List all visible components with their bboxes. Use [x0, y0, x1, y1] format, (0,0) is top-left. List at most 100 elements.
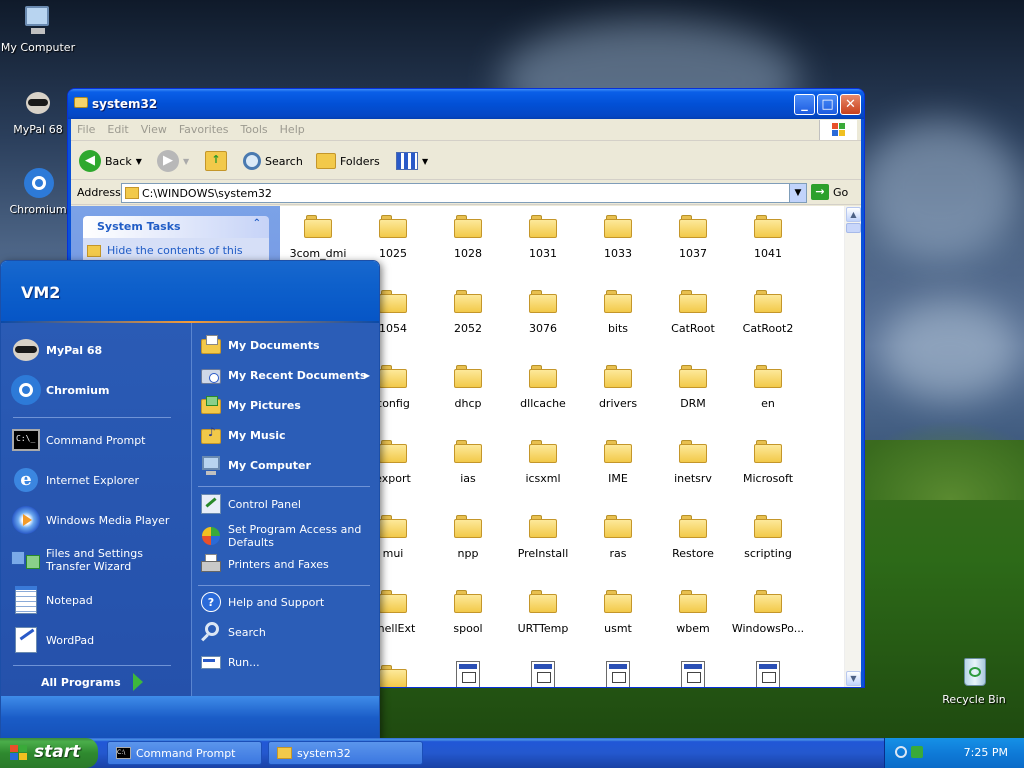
search-button[interactable]: Search [243, 148, 303, 174]
desktop-icon-chromium[interactable]: Chromium [0, 166, 76, 216]
start-search[interactable]: Search [200, 621, 266, 643]
folder-icon [529, 365, 557, 388]
recent-notepad[interactable]: Notepad [11, 585, 93, 615]
places-my-pictures[interactable]: My Pictures [200, 394, 301, 416]
menu-view[interactable]: View [135, 119, 173, 140]
desktop-icon-mypal[interactable]: MyPal 68 [0, 86, 76, 136]
start-run[interactable]: Run... [200, 651, 260, 673]
recent-wordpad[interactable]: WordPad [11, 625, 94, 655]
vertical-scrollbar[interactable]: ▲ ▼ [844, 206, 861, 687]
menu-favorites[interactable]: Favorites [173, 119, 235, 140]
folder-item[interactable]: 1041 [731, 211, 805, 286]
system-tasks-header[interactable]: System Tasks ⌃ [83, 216, 269, 238]
folder-item[interactable]: CatRoot [656, 286, 730, 361]
folder-item[interactable]: Microsoft [731, 436, 805, 511]
folder-icon [754, 215, 782, 238]
menu-file[interactable]: File [71, 119, 101, 140]
file-item[interactable] [656, 661, 730, 687]
scroll-thumb[interactable] [846, 223, 861, 233]
forward-button[interactable]: ▶ ▼ [157, 148, 189, 174]
settings-program-access[interactable]: Set Program Access and Defaults [200, 523, 376, 549]
address-dropdown-button[interactable]: ▼ [789, 184, 806, 202]
clock[interactable]: 7:25 PM [964, 746, 1008, 759]
taskbar-item-system32[interactable]: system32 [268, 741, 423, 765]
folder-item[interactable]: 1028 [431, 211, 505, 286]
folder-item[interactable]: DRM [656, 361, 730, 436]
menu-tools[interactable]: Tools [235, 119, 274, 140]
folder-item[interactable]: 1033 [581, 211, 655, 286]
folder-item[interactable]: npp [431, 511, 505, 586]
file-item[interactable] [506, 661, 580, 687]
collapse-icon[interactable]: ⌃ [253, 218, 261, 229]
recent-internet-explorer[interactable]: e Internet Explorer [11, 465, 139, 495]
recent-files-settings-transfer[interactable]: Files and Settings Transfer Wizard [11, 545, 181, 575]
folder-icon [454, 515, 482, 538]
folder-item[interactable]: 1031 [506, 211, 580, 286]
explorer-titlebar[interactable]: system32 _ □ ✕ [68, 89, 864, 119]
desktop-icon-recycle-bin[interactable]: Recycle Bin [936, 656, 1012, 706]
taskbar-item-command-prompt[interactable]: C:\ Command Prompt [107, 741, 262, 765]
folder-item[interactable]: spool [431, 586, 505, 661]
views-button[interactable]: ▼ [396, 148, 428, 174]
folder-label: spool [453, 622, 483, 635]
help-and-support[interactable]: ? Help and Support [200, 591, 324, 613]
close-button[interactable]: ✕ [840, 94, 861, 115]
folder-item[interactable]: dhcp [431, 361, 505, 436]
scroll-down-button[interactable]: ▼ [846, 671, 861, 686]
places-my-music[interactable]: ♪ My Music [200, 424, 286, 446]
folder-item[interactable]: PreInstall [506, 511, 580, 586]
views-icon [396, 152, 418, 170]
file-item[interactable] [581, 661, 655, 687]
folder-item[interactable]: ias [431, 436, 505, 511]
folder-item[interactable]: 3076 [506, 286, 580, 361]
folder-item[interactable]: icsxml [506, 436, 580, 511]
file-item[interactable] [731, 661, 805, 687]
folder-item[interactable]: inetsrv [656, 436, 730, 511]
folder-label: PreInstall [517, 547, 569, 560]
network-icon[interactable] [895, 746, 907, 758]
up-button[interactable]: ↑ [205, 148, 227, 174]
security-icon[interactable] [911, 746, 923, 758]
folder-item[interactable]: drivers [581, 361, 655, 436]
back-button[interactable]: ◀ Back ▼ [79, 148, 142, 174]
folder-item[interactable]: scripting [731, 511, 805, 586]
folder-item[interactable]: wbem [656, 586, 730, 661]
folder-item[interactable]: WindowsPo... [731, 586, 805, 661]
folder-item[interactable]: bits [581, 286, 655, 361]
folder-label: IME [608, 472, 628, 485]
folder-item[interactable]: IME [581, 436, 655, 511]
recent-command-prompt[interactable]: C:\_ Command Prompt [11, 425, 146, 455]
minimize-button[interactable]: _ [794, 94, 815, 115]
folder-item[interactable]: dllcache [506, 361, 580, 436]
start-button[interactable]: start [0, 738, 98, 768]
go-button[interactable]: → Go [811, 184, 848, 200]
folder-item[interactable]: usmt [581, 586, 655, 661]
folder-item[interactable]: 1037 [656, 211, 730, 286]
desktop-icon-my-computer[interactable]: My Computer [0, 4, 76, 54]
task-hide-contents[interactable]: Hide the contents of this [107, 244, 243, 257]
folder-item[interactable]: URTTemp [506, 586, 580, 661]
folder-item[interactable]: ras [581, 511, 655, 586]
settings-control-panel[interactable]: Control Panel [200, 493, 301, 515]
places-my-documents[interactable]: My Documents [200, 334, 320, 356]
menu-help[interactable]: Help [274, 119, 311, 140]
places-my-recent-documents[interactable]: My Recent Documents ▶ [200, 364, 376, 386]
settings-printers-faxes[interactable]: Printers and Faxes [200, 553, 329, 575]
address-input[interactable]: C:\WINDOWS\system32 ▼ [121, 183, 807, 203]
maximize-button[interactable]: □ [817, 94, 838, 115]
folder-item[interactable]: en [731, 361, 805, 436]
folder-label: 1037 [679, 247, 707, 260]
recent-windows-media-player[interactable]: Windows Media Player [11, 505, 169, 535]
folder-item[interactable] [431, 661, 505, 687]
folder-item[interactable]: CatRoot2 [731, 286, 805, 361]
pinned-chromium[interactable]: Chromium [11, 375, 109, 405]
all-programs-button[interactable]: All Programs [41, 673, 143, 691]
places-my-computer[interactable]: My Computer [200, 454, 311, 476]
run-label: Run... [228, 655, 260, 669]
pinned-mypal[interactable]: MyPal 68 [11, 335, 102, 365]
menu-edit[interactable]: Edit [101, 119, 134, 140]
folders-button[interactable]: Folders [316, 148, 380, 174]
folder-item[interactable]: Restore [656, 511, 730, 586]
scroll-up-button[interactable]: ▲ [846, 207, 861, 222]
folder-item[interactable]: 2052 [431, 286, 505, 361]
